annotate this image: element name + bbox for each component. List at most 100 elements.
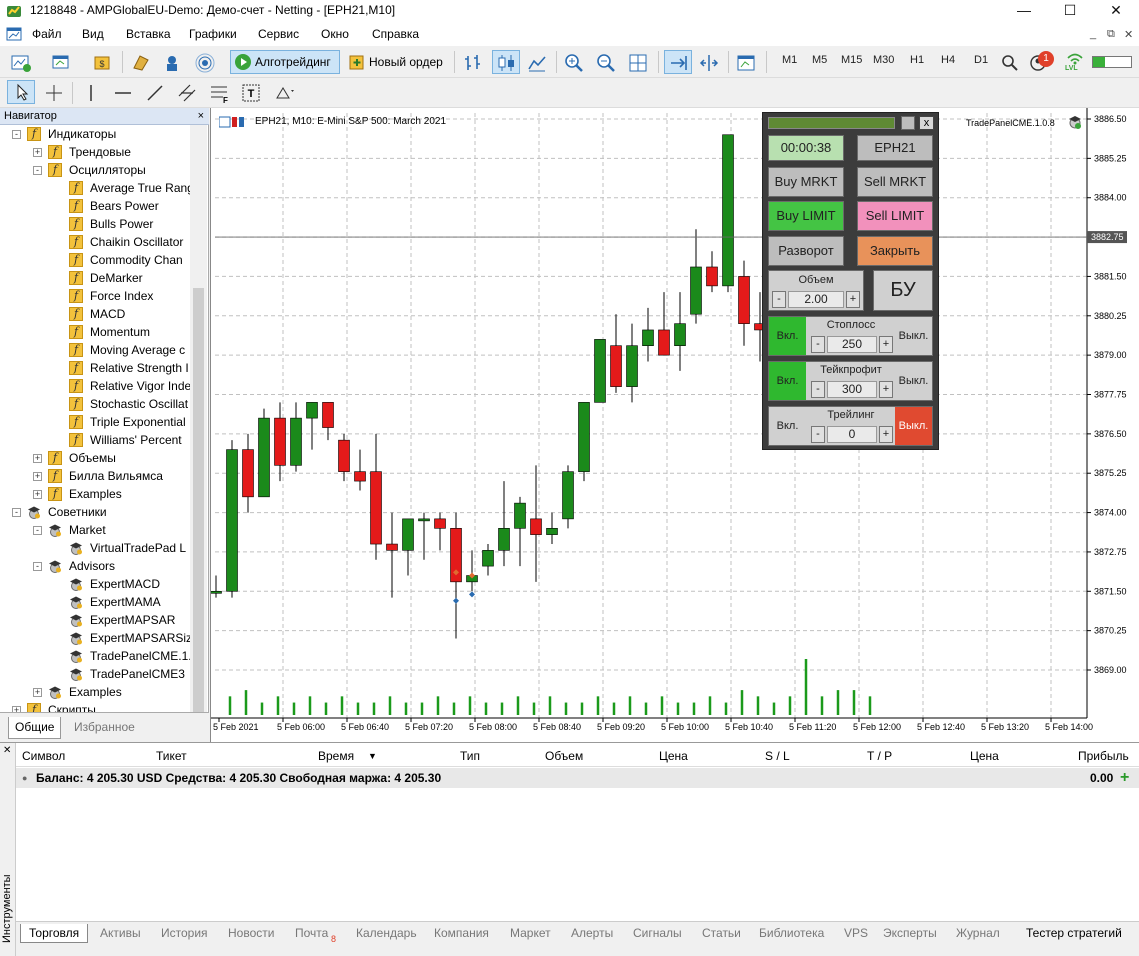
navigator-item[interactable]: f Force Index — [0, 287, 190, 305]
zoom-out-icon[interactable] — [595, 52, 617, 74]
new-chart-icon[interactable] — [10, 52, 32, 74]
chart-shift-icon[interactable] — [698, 52, 720, 74]
templates-icon[interactable] — [735, 52, 757, 74]
col-time[interactable]: Время — [318, 749, 354, 763]
navigator-item[interactable]: - Advisors — [0, 557, 190, 575]
tab-articles[interactable]: Статьи — [702, 924, 741, 942]
navigator-item[interactable]: f MACD — [0, 305, 190, 323]
tab-mailbox[interactable]: Почта — [295, 924, 328, 942]
collapse-icon[interactable]: - — [33, 166, 42, 175]
sell-market-button[interactable]: Sell MRKT — [857, 167, 933, 197]
collapse-icon[interactable]: - — [33, 562, 42, 571]
tab-vps[interactable]: VPS — [844, 924, 868, 942]
trailing-increase-button[interactable]: + — [879, 426, 893, 443]
panel-minimize-button[interactable] — [901, 116, 915, 130]
menu-help[interactable]: Справка — [372, 27, 419, 41]
timeframe-d1[interactable]: D1 — [974, 54, 988, 66]
panel-drag-bar[interactable] — [768, 117, 895, 129]
market-watch-icon[interactable]: $ — [92, 52, 114, 74]
tab-journal[interactable]: Журнал — [956, 924, 1000, 942]
mdi-restore-button[interactable]: ⧉ — [1107, 28, 1115, 41]
profiles-icon[interactable] — [50, 52, 72, 74]
navigator-item[interactable]: f Average True Rang — [0, 179, 194, 197]
collapse-icon[interactable]: - — [12, 130, 21, 139]
collapse-icon[interactable]: - — [33, 526, 42, 535]
toolbox-close-icon[interactable]: ✕ — [3, 745, 11, 756]
toolbox-side-tab[interactable]: ✕ Инструменты — [0, 743, 16, 956]
reverse-button[interactable]: Разворот — [768, 236, 844, 266]
stoploss-increase-button[interactable]: + — [879, 336, 893, 353]
timeframe-m1[interactable]: M1 — [782, 54, 797, 66]
navigator-item[interactable]: f Chaikin Oscillator — [0, 233, 190, 251]
algotrading-button[interactable]: Алготрейдинг — [230, 50, 340, 74]
navigator-item[interactable]: f Relative Vigor Inde — [0, 377, 191, 395]
strategy-tester-button[interactable]: Тестер стратегий — [1026, 924, 1122, 942]
col-tp[interactable]: T / P — [867, 749, 892, 763]
timeframe-m5[interactable]: M5 — [812, 54, 827, 66]
tile-windows-icon[interactable] — [627, 52, 649, 74]
stoploss-on-button[interactable]: Вкл. — [769, 317, 806, 355]
volume-input[interactable]: 2.00 — [788, 291, 844, 308]
volume-increase-button[interactable]: + — [846, 291, 860, 308]
volume-decrease-button[interactable]: - — [772, 291, 786, 308]
signals-icon[interactable] — [194, 52, 216, 74]
breakeven-button[interactable]: БУ — [873, 270, 933, 311]
chart-window-icon[interactable] — [6, 26, 22, 42]
trailing-off-button[interactable]: Выкл. — [895, 407, 932, 445]
equidistant-channel-icon[interactable] — [176, 82, 198, 104]
close-position-button[interactable]: Закрыть — [857, 236, 933, 266]
menu-file[interactable]: Файл — [32, 27, 62, 41]
chart-canvas[interactable]: 3886.50 3885.25 3884.00 3882.75 3881.50 3880.… — [211, 108, 1139, 742]
tab-assets[interactable]: Активы — [100, 924, 141, 942]
trailing-on-button[interactable]: Вкл. — [769, 407, 806, 445]
navigator-item[interactable]: f Momentum — [0, 323, 190, 341]
navigator-item[interactable]: + f Examples — [0, 485, 190, 503]
navigator-item[interactable]: f Williams' Percent — [0, 431, 190, 449]
cursor-button[interactable] — [7, 80, 35, 104]
tab-signals[interactable]: Сигналы — [633, 924, 682, 942]
navigator-item[interactable]: VirtualTradePad L — [0, 539, 190, 557]
sell-limit-button[interactable]: Sell LIMIT — [857, 201, 933, 231]
close-button[interactable]: ✕ — [1093, 0, 1139, 22]
tab-favorites[interactable]: Избранное — [68, 717, 141, 739]
tab-code-base[interactable]: Библиотека — [759, 924, 824, 942]
navigator-item[interactable]: f DeMarker — [0, 269, 190, 287]
timeframe-h1[interactable]: H1 — [910, 54, 924, 66]
navigator-item[interactable]: + f Объемы — [0, 449, 190, 467]
takeprofit-on-button[interactable]: Вкл. — [769, 362, 806, 400]
text-tool-icon[interactable]: T — [240, 82, 262, 104]
new-order-button[interactable]: Новый ордер — [344, 50, 448, 74]
col-profit[interactable]: Прибыль — [1078, 749, 1129, 763]
takeprofit-decrease-button[interactable]: - — [811, 381, 825, 398]
menu-charts[interactable]: Графики — [189, 27, 237, 41]
tab-market[interactable]: Маркет — [510, 924, 551, 942]
collapse-icon[interactable]: - — [12, 508, 21, 517]
navigator-item[interactable]: + Examples — [0, 683, 190, 701]
navigator-item[interactable]: - Market — [0, 521, 190, 539]
tab-trade[interactable]: Торговля — [20, 924, 89, 943]
navigator-item[interactable]: f Commodity Chan — [0, 251, 190, 269]
candlestick-chart-button[interactable] — [492, 50, 520, 74]
col-type[interactable]: Тип — [460, 749, 480, 763]
buy-market-button[interactable]: Buy MRKT — [768, 167, 844, 197]
col-price[interactable]: Цена — [659, 749, 688, 763]
tab-alerts[interactable]: Алерты — [571, 924, 613, 942]
menu-window[interactable]: Окно — [321, 27, 349, 41]
expand-icon[interactable]: + — [33, 148, 42, 157]
menu-insert[interactable]: Вставка — [126, 27, 171, 41]
fibonacci-icon[interactable]: F — [208, 82, 230, 104]
menu-tools[interactable]: Сервис — [258, 27, 299, 41]
timeframe-m15[interactable]: M15 — [841, 54, 862, 66]
navigator-item[interactable]: f Bears Power — [0, 197, 190, 215]
search-icon[interactable] — [999, 52, 1021, 74]
stoploss-input[interactable]: 250 — [827, 336, 877, 353]
navigator-item[interactable]: f Stochastic Oscillat — [0, 395, 190, 413]
col-symbol[interactable]: Символ — [22, 749, 65, 763]
navigator-item[interactable]: - f Индикаторы — [0, 125, 190, 143]
col-ticket[interactable]: Тикет — [156, 749, 187, 763]
menu-view[interactable]: Вид — [82, 27, 104, 41]
navigator-item[interactable]: f Relative Strength I — [0, 359, 190, 377]
tab-news[interactable]: Новости — [228, 924, 274, 942]
col-volume[interactable]: Объем — [545, 749, 583, 763]
mdi-close-button[interactable]: ✕ — [1124, 28, 1133, 41]
